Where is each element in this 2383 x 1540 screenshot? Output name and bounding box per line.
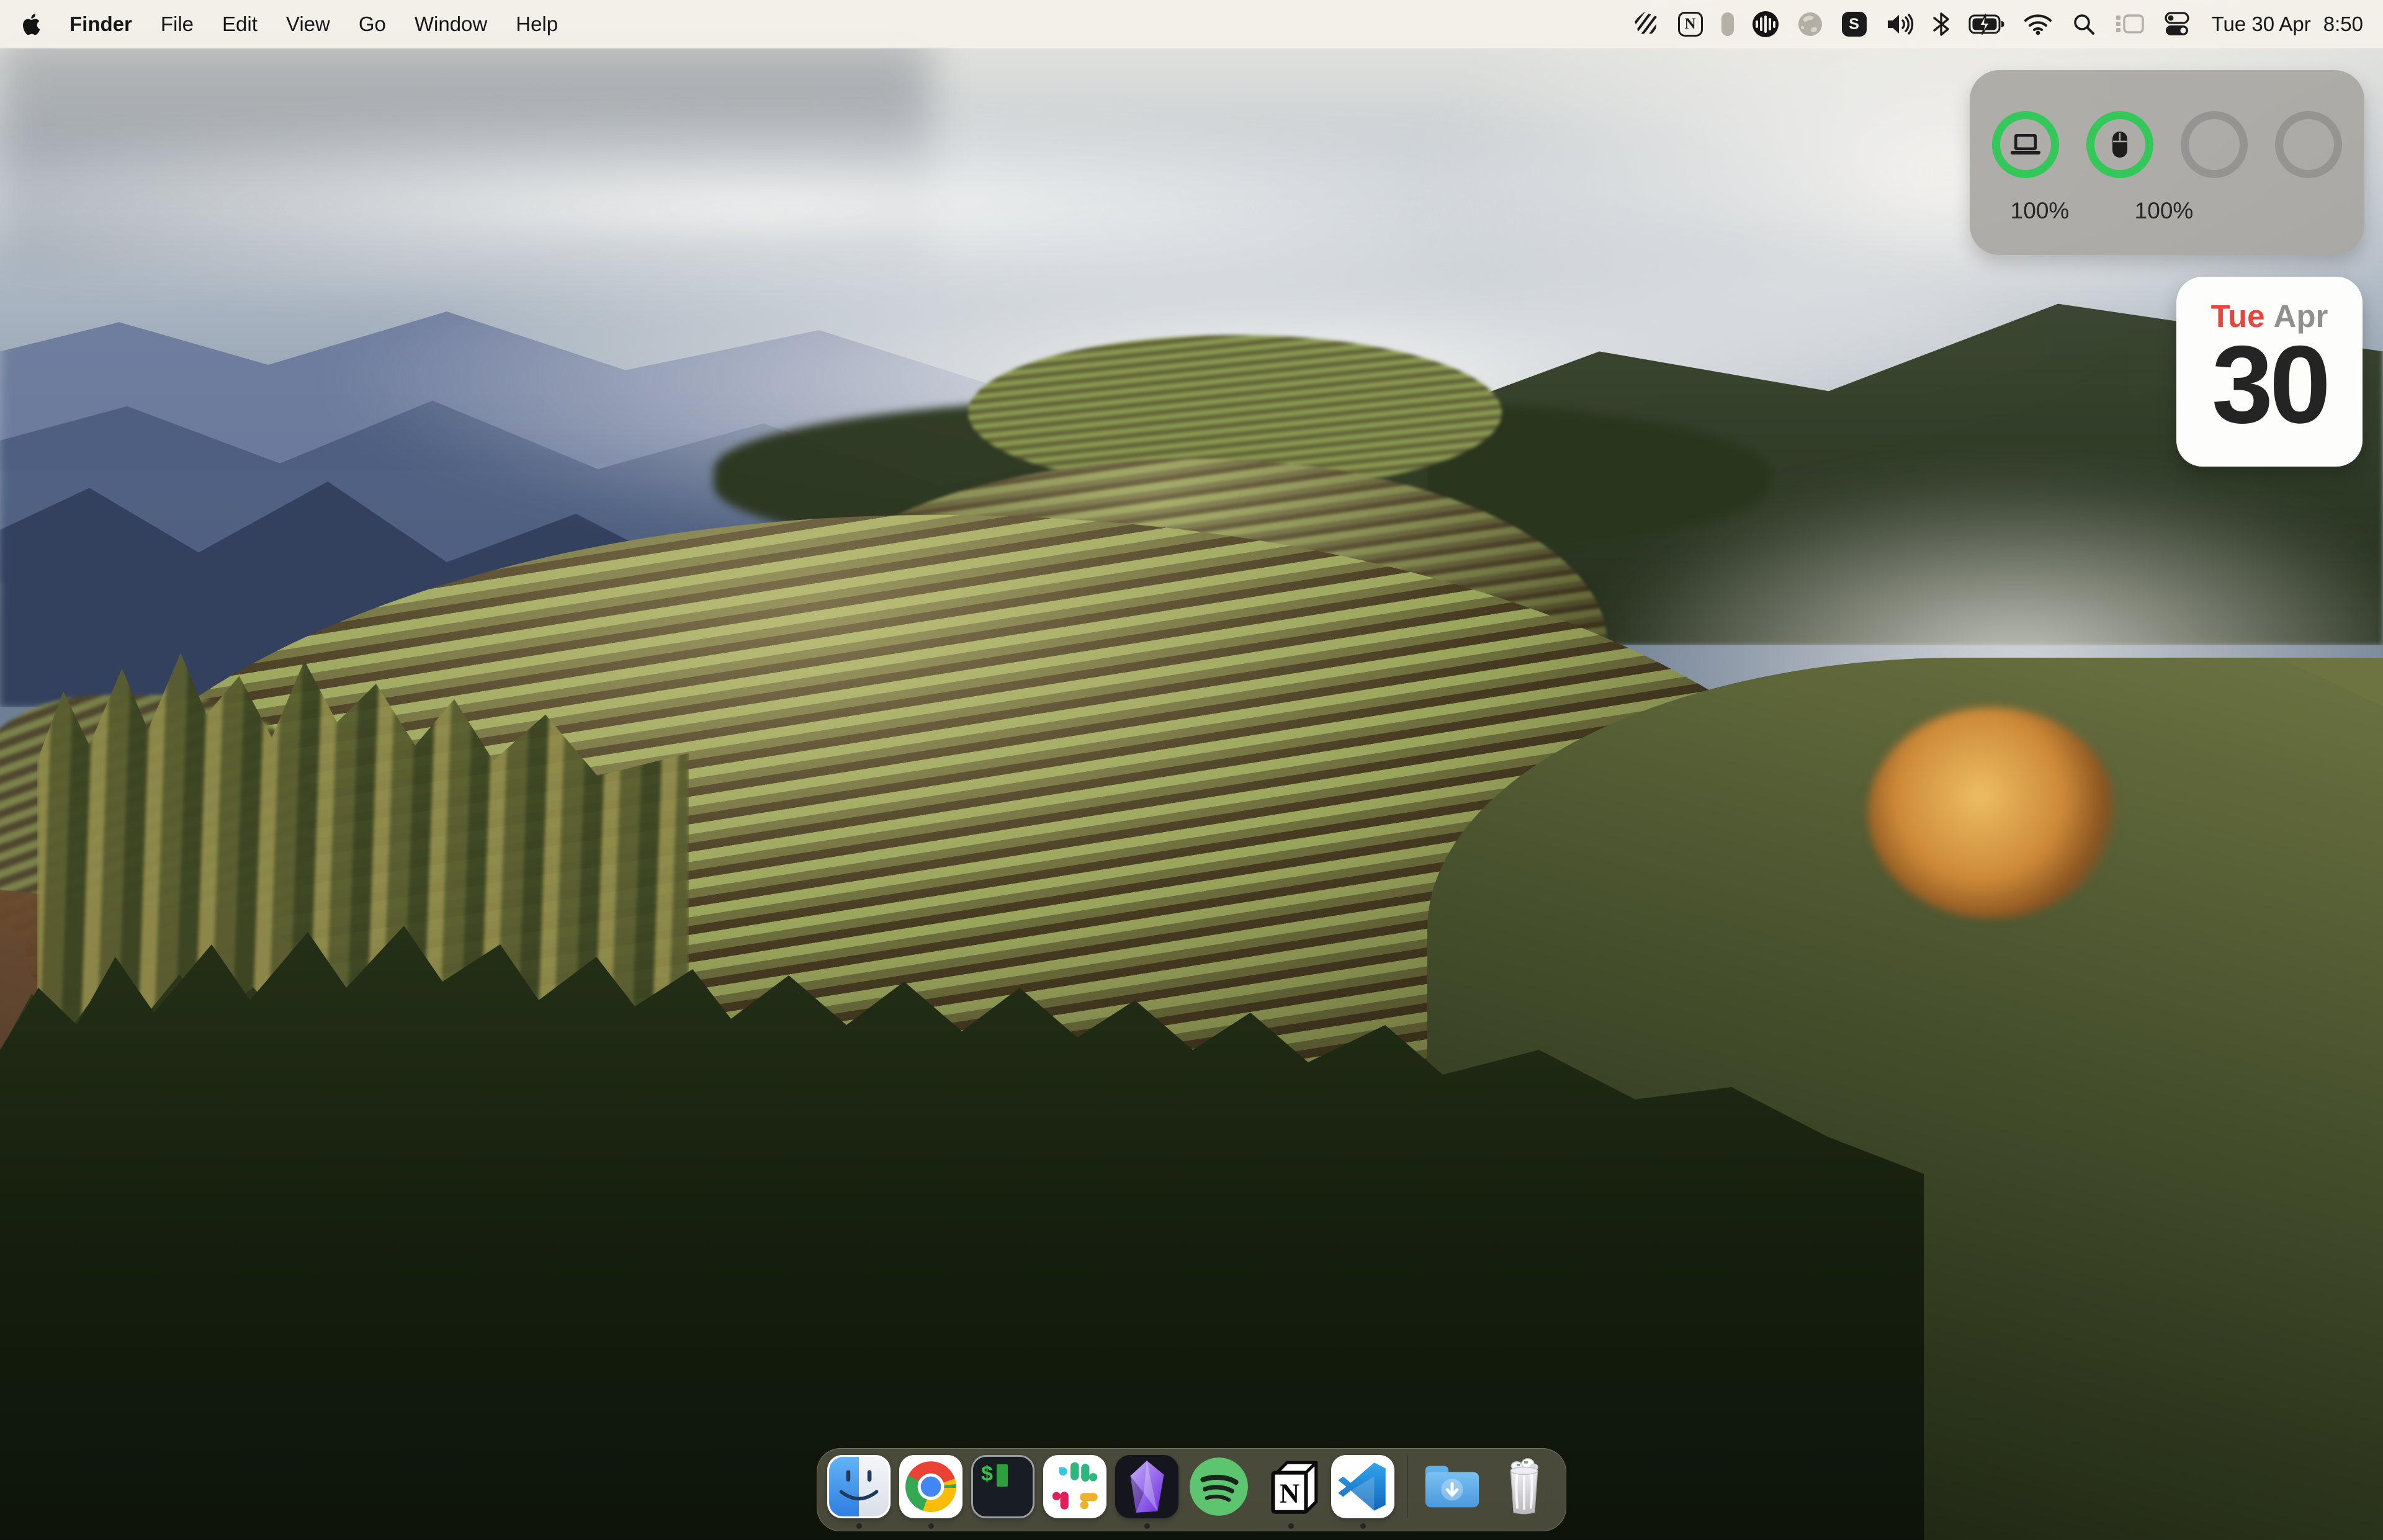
menu-item-file[interactable]: File (161, 12, 194, 36)
battery-charging-icon[interactable] (1968, 11, 2004, 38)
dock-vscode[interactable] (1331, 1455, 1394, 1518)
globe-icon[interactable] (1797, 11, 1823, 38)
mouse-battery-level: 100% (2130, 198, 2198, 224)
clock-time: 8:50 (2323, 12, 2363, 36)
battery-rings (1970, 111, 2364, 178)
slack-icon (1043, 1455, 1106, 1518)
mouse-battery-ring (2086, 111, 2153, 178)
running-indicator (1144, 1523, 1150, 1529)
dock-notion[interactable]: N (1259, 1455, 1322, 1518)
mouse-icon (2111, 130, 2129, 159)
downloads-folder-icon (1420, 1455, 1484, 1518)
dock-spotify[interactable] (1187, 1455, 1250, 1518)
apple-menu-icon[interactable] (20, 12, 41, 37)
dock-downloads[interactable] (1420, 1455, 1484, 1518)
menu-item-view[interactable]: View (286, 12, 330, 36)
empty-battery-ring (2275, 111, 2342, 178)
menu-bar-clock[interactable]: Tue 30 Apr 8:50 (2212, 12, 2363, 36)
mouse-battery-icon[interactable] (1721, 11, 1734, 38)
dock-slack[interactable] (1043, 1455, 1106, 1518)
menu-bar-status-area: N S Tue 30 Apr 8:50 (1635, 11, 2363, 38)
vscode-icon (1331, 1455, 1394, 1518)
notion-menubar-icon[interactable]: N (1678, 12, 1703, 37)
dock-obsidian[interactable] (1115, 1455, 1178, 1518)
dock-finder[interactable] (827, 1455, 891, 1518)
dock-trash[interactable] (1492, 1455, 1556, 1518)
battery-labels: 100% 100% (1970, 198, 2364, 224)
obsidian-icon (1115, 1455, 1178, 1518)
clock-date: Tue 30 Apr (2212, 12, 2311, 36)
volume-icon[interactable] (1885, 11, 1914, 38)
trash-full-icon (1492, 1455, 1556, 1518)
s-app-icon[interactable]: S (1842, 12, 1867, 37)
running-indicator (1288, 1523, 1294, 1529)
control-center-icon[interactable] (2163, 11, 2191, 38)
menu-item-edit[interactable]: Edit (222, 12, 258, 36)
stage-manager-icon[interactable] (2115, 11, 2145, 38)
laptop-icon (2009, 132, 2042, 158)
audio-waveform-icon[interactable] (1752, 11, 1779, 37)
menu-item-window[interactable]: Window (415, 12, 487, 36)
active-app-menu[interactable]: Finder (70, 12, 132, 36)
running-indicator (928, 1523, 934, 1529)
calendar-day: 30 (2212, 329, 2327, 440)
menu-item-go[interactable]: Go (359, 12, 386, 36)
wifi-icon[interactable] (2023, 11, 2053, 38)
spotlight-icon[interactable] (2071, 11, 2096, 38)
wallpaper-autumn-tree (1868, 707, 2116, 918)
spotify-icon (1187, 1455, 1250, 1518)
dock-terminal[interactable]: $ (971, 1455, 1034, 1518)
running-indicator (1360, 1523, 1366, 1529)
notion-icon: N (1259, 1455, 1322, 1518)
dock-chrome[interactable] (899, 1455, 963, 1518)
svg-text:N: N (1280, 1478, 1299, 1509)
bluetooth-icon[interactable] (1932, 11, 1950, 38)
empty-battery-ring (2181, 111, 2248, 178)
chrome-icon (899, 1455, 963, 1518)
terminal-icon: $ (981, 1464, 1007, 1487)
menu-bar: Finder File Edit View Go Window Help N S (0, 0, 2383, 48)
laptop-battery-level: 100% (2006, 198, 2074, 224)
menu-item-help[interactable]: Help (516, 12, 558, 36)
dock-separator (1407, 1455, 1408, 1518)
menu-bar-left: Finder File Edit View Go Window Help (20, 12, 558, 37)
running-indicator (856, 1523, 862, 1529)
finder-icon (827, 1455, 891, 1518)
battery-widget[interactable]: 100% 100% (1970, 70, 2364, 255)
laptop-battery-ring (1992, 111, 2059, 178)
dock: $ (817, 1448, 1566, 1531)
calendar-widget[interactable]: Tue Apr 30 (2176, 277, 2363, 467)
striped-app-icon[interactable] (1635, 11, 1659, 38)
